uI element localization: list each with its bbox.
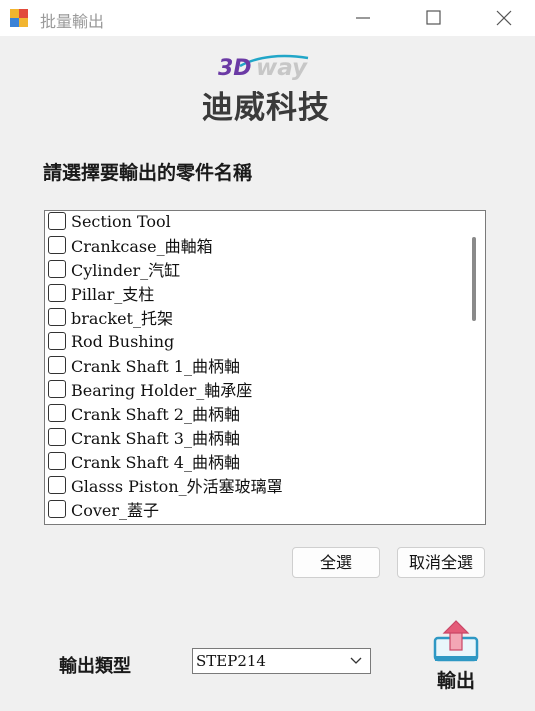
list-item-label: Bearing Holder_軸承座 (71, 381, 253, 400)
list-item[interactable]: Crankcase_曲軸箱 (45, 233, 465, 257)
company-name: 迪威科技 (202, 90, 330, 126)
list-item[interactable]: Glasss Piston_外活塞玻璃罩 (45, 473, 465, 497)
export-label: 輸出 (436, 670, 475, 692)
checkbox[interactable] (48, 236, 66, 254)
checkbox[interactable] (48, 452, 66, 470)
checkbox[interactable] (48, 284, 66, 302)
minimize-button[interactable] (340, 0, 386, 36)
checkbox[interactable] (48, 428, 66, 446)
export-icon (433, 620, 479, 662)
checkbox[interactable] (48, 308, 66, 326)
list-item-label: Crank Shaft 3_曲柄軸 (71, 429, 240, 448)
list-item[interactable]: Bearing Holder_軸承座 (45, 377, 465, 401)
list-item-label: Section Tool (71, 211, 171, 231)
list-item[interactable]: bracket_托架 (45, 305, 465, 329)
company-logo: 3D way 迪威科技 (196, 52, 336, 126)
list-item[interactable]: Crank Shaft 4_曲柄軸 (45, 449, 465, 473)
list-item-label: Crank Shaft 4_曲柄軸 (71, 453, 240, 472)
minimize-icon (356, 17, 370, 19)
list-item[interactable]: Cylinder_汽缸 (45, 257, 465, 281)
select-all-button[interactable]: 全選 (292, 547, 380, 578)
app-icon (10, 9, 28, 27)
checkbox[interactable] (48, 212, 66, 230)
output-type-label: 輸出類型 (59, 656, 131, 677)
export-button[interactable]: 輸出 (428, 618, 484, 696)
list-item-label: Glasss Piston_外活塞玻璃罩 (71, 477, 283, 496)
scrollbar-thumb[interactable] (472, 237, 476, 321)
parts-checklist[interactable]: Section Tool Crankcase_曲軸箱 Cylinder_汽缸 P… (44, 210, 486, 525)
checkbox[interactable] (48, 332, 66, 350)
list-item[interactable]: Section Tool (45, 211, 465, 233)
title-bar: 批量輸出 (0, 0, 535, 36)
output-type-dropdown[interactable]: STEP214 (192, 648, 371, 674)
list-item-label: Cover_蓋子 (71, 501, 160, 520)
list-item[interactable]: Cover_蓋子 (45, 497, 465, 521)
checkbox[interactable] (48, 380, 66, 398)
checkbox[interactable] (48, 356, 66, 374)
list-item[interactable]: Pillar_支柱 (45, 281, 465, 305)
output-type-value: STEP214 (196, 652, 266, 670)
list-item-label: Cylinder_汽缸 (71, 261, 181, 280)
logo-brand-suffix: way (256, 55, 308, 81)
maximize-icon (426, 10, 441, 25)
list-item-label: Rod Bushing (71, 331, 175, 351)
list-item-label: Crank Shaft 2_曲柄軸 (71, 405, 240, 424)
checkbox[interactable] (48, 404, 66, 422)
list-item[interactable]: Rod Bushing (45, 329, 465, 353)
list-item-label: Crankcase_曲軸箱 (71, 237, 213, 256)
list-item[interactable]: Crank Shaft 2_曲柄軸 (45, 401, 465, 425)
window-title: 批量輸出 (40, 12, 105, 31)
deselect-all-button[interactable]: 取消全選 (397, 547, 485, 578)
chevron-down-icon (350, 657, 362, 664)
close-icon (496, 10, 512, 26)
checkbox[interactable] (48, 500, 66, 518)
list-item[interactable]: Crank Shaft 3_曲柄軸 (45, 425, 465, 449)
logo-brand-prefix: 3D (218, 56, 252, 81)
instruction-label: 請選擇要輸出的零件名稱 (43, 162, 253, 184)
list-scrollbar[interactable] (465, 211, 485, 524)
checkbox[interactable] (48, 476, 66, 494)
checkbox[interactable] (48, 260, 66, 278)
list-item-label: Crank Shaft 1_曲柄軸 (71, 357, 240, 376)
maximize-button[interactable] (410, 0, 456, 36)
list-item-label: bracket_托架 (71, 309, 173, 328)
close-button[interactable] (481, 0, 527, 36)
list-item[interactable]: Crank Shaft 1_曲柄軸 (45, 353, 465, 377)
list-item-label: Pillar_支柱 (71, 285, 155, 304)
